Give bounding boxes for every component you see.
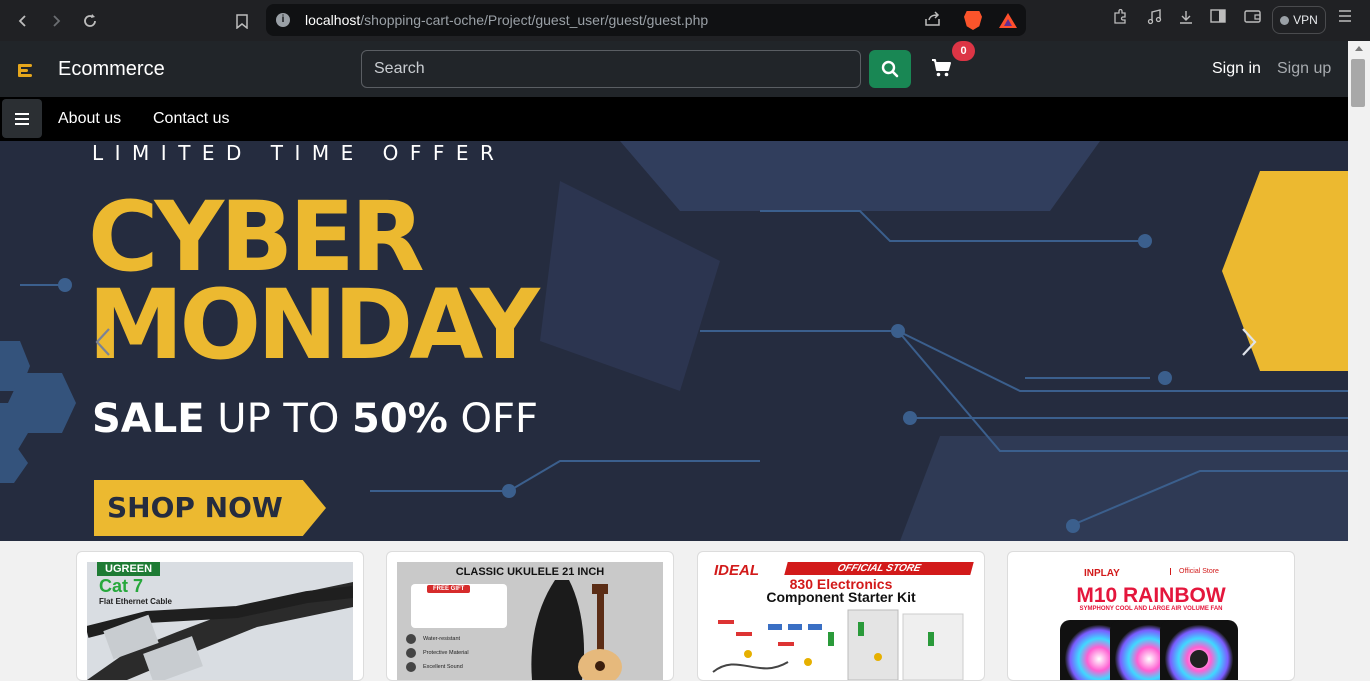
hamburger-menu-button[interactable] bbox=[2, 99, 42, 138]
sidebar-icon[interactable] bbox=[1207, 9, 1229, 28]
brave-rewards-icon[interactable] bbox=[999, 13, 1017, 28]
wallet-icon[interactable] bbox=[1241, 9, 1263, 28]
search-icon bbox=[881, 60, 899, 78]
brand-name[interactable]: Ecommerce bbox=[58, 58, 165, 81]
extensions-icon[interactable] bbox=[1109, 8, 1131, 30]
brave-shields-icon[interactable] bbox=[964, 11, 982, 30]
product-title: Cat 7 bbox=[99, 576, 144, 596]
carousel-next-icon[interactable] bbox=[1236, 327, 1260, 357]
vpn-button[interactable]: VPN bbox=[1272, 6, 1326, 34]
site-info-icon[interactable]: i bbox=[276, 13, 290, 27]
cart-icon[interactable] bbox=[931, 58, 955, 80]
product-image[interactable]: CLASSIC UKULELE 21 INCH FREE GIFT Water-… bbox=[397, 562, 663, 680]
product-brand: UGREEN bbox=[97, 562, 161, 576]
download-icon[interactable] bbox=[1175, 9, 1197, 30]
product-card[interactable]: IDEAL OFFICIAL STORE 830 Electronics Com… bbox=[697, 551, 985, 681]
back-icon[interactable] bbox=[10, 8, 36, 34]
carousel-prev-icon[interactable] bbox=[92, 327, 116, 357]
about-us-link[interactable]: About us bbox=[58, 110, 121, 128]
scrollbar-thumb[interactable] bbox=[1351, 59, 1365, 107]
page-scrollbar[interactable] bbox=[1348, 41, 1370, 672]
search-input[interactable] bbox=[361, 50, 861, 88]
vpn-label: VPN bbox=[1293, 13, 1318, 27]
shop-now-button[interactable]: SHOP NOW bbox=[94, 480, 326, 536]
contact-us-link[interactable]: Contact us bbox=[153, 110, 229, 128]
product-subtitle: Flat Ethernet Cable bbox=[99, 597, 172, 606]
product-image[interactable]: UGREEN Cat 7 Flat Ethernet Cable bbox=[87, 562, 353, 680]
scroll-up-icon[interactable] bbox=[1355, 46, 1363, 51]
sale-suffix: OFF bbox=[460, 396, 539, 442]
sale-prefix: SALE bbox=[92, 396, 205, 442]
secondary-nav: About us Contact us bbox=[0, 97, 1348, 141]
cart-count-badge: 0 bbox=[952, 41, 975, 61]
site-navbar: Ecommerce 0 Sign in Sign up bbox=[0, 41, 1348, 97]
media-icon[interactable] bbox=[1143, 9, 1165, 30]
brand-logo-icon[interactable] bbox=[14, 60, 36, 80]
forward-icon[interactable] bbox=[43, 8, 69, 34]
address-bar[interactable]: i localhost/shopping-cart-oche/Project/g… bbox=[266, 4, 1026, 36]
product-card[interactable]: INPLAY Official Store M10 RAINBOW SYMPHO… bbox=[1007, 551, 1295, 681]
product-card[interactable]: CLASSIC UKULELE 21 INCH FREE GIFT Water-… bbox=[386, 551, 674, 681]
sale-percent: 50% bbox=[352, 396, 448, 442]
share-icon[interactable] bbox=[924, 11, 941, 31]
hero-carousel: LIMITED TIME OFFER CYBER MONDAY SALE UP … bbox=[0, 141, 1348, 541]
product-grid: UGREEN Cat 7 Flat Ethernet Cable CLASSIC… bbox=[0, 541, 1348, 681]
reload-icon[interactable] bbox=[77, 8, 103, 34]
url-text[interactable]: localhost/shopping-cart-oche/Project/gue… bbox=[305, 12, 708, 28]
sale-mid: UP TO bbox=[217, 396, 340, 442]
sign-up-link[interactable]: Sign up bbox=[1277, 60, 1331, 78]
vpn-status-icon bbox=[1280, 15, 1290, 25]
sign-in-link[interactable]: Sign in bbox=[1212, 60, 1261, 78]
browser-toolbar: i localhost/shopping-cart-oche/Project/g… bbox=[0, 0, 1370, 41]
product-image[interactable]: INPLAY Official Store M10 RAINBOW SYMPHO… bbox=[1018, 562, 1284, 680]
product-card[interactable]: UGREEN Cat 7 Flat Ethernet Cable bbox=[76, 551, 364, 681]
hero-title-line2: MONDAY bbox=[88, 269, 540, 381]
hero-sale-text: SALE UP TO 50% OFF bbox=[92, 399, 538, 439]
product-image[interactable]: IDEAL OFFICIAL STORE 830 Electronics Com… bbox=[708, 562, 974, 680]
hero-kicker: LIMITED TIME OFFER bbox=[92, 141, 506, 165]
search-button[interactable] bbox=[869, 50, 911, 88]
bookmark-icon[interactable] bbox=[229, 8, 255, 34]
menu-icon[interactable] bbox=[1334, 9, 1356, 27]
